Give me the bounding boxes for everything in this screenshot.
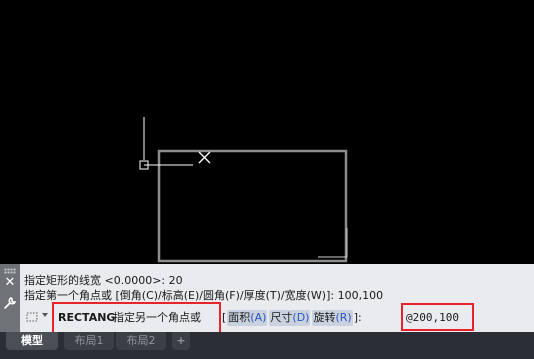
drawing-canvas[interactable] [0, 0, 534, 264]
chevron-down-icon[interactable] [42, 313, 48, 317]
command-name: RECTANG [58, 311, 116, 324]
tab-model[interactable]: 模型 [6, 332, 58, 350]
open-bracket: [ [222, 311, 227, 324]
history-line-1: 指定矩形的线宽 <0.0000>: 20 [24, 274, 183, 287]
option-rotation-key: (R) [335, 311, 352, 324]
command-prompt: 指定另一个角点或 [113, 311, 201, 324]
rectangle-dotted-icon[interactable] [26, 311, 38, 323]
option-rotation[interactable]: 旋转(R) [312, 310, 353, 326]
layout-tabs: 模型 布局1 布局2 + [0, 332, 534, 359]
history-line-2: 指定第一个角点或 [倒角(C)/标高(E)/圆角(F)/厚度(T)/宽度(W)]… [24, 289, 384, 302]
command-history: 指定矩形的线宽 <0.0000>: 20 指定第一个角点或 [倒角(C)/标高(… [0, 264, 534, 304]
add-layout-button[interactable]: + [172, 332, 190, 350]
option-dimensions-label: 尺寸 [270, 311, 293, 324]
command-options: [面积(A) 尺寸(D) 旋转(R)]: [222, 310, 362, 326]
option-area[interactable]: 面积(A) [227, 310, 268, 326]
command-input[interactable]: @200,100 [406, 310, 459, 326]
drawing-svg [139, 117, 348, 263]
option-rotation-label: 旋转 [313, 311, 336, 324]
command-line[interactable]: ✕ RECTANG 指定另一个角点或 [面积(A) 尺寸(D) 旋转(R)]: @2… [0, 276, 534, 332]
rectangle-shape [157, 149, 348, 263]
option-area-key: (A) [250, 311, 267, 324]
wrench-icon[interactable] [3, 296, 17, 310]
grip-dots-icon [4, 268, 16, 274]
close-icon[interactable]: ✕ [3, 276, 17, 290]
close-bracket: ]: [353, 311, 362, 324]
option-dimensions[interactable]: 尺寸(D) [269, 310, 311, 326]
option-area-label: 面积 [228, 311, 251, 324]
option-dimensions-key: (D) [292, 311, 310, 324]
tab-layout1[interactable]: 布局1 [64, 332, 114, 350]
tab-layout2[interactable]: 布局2 [116, 332, 166, 350]
